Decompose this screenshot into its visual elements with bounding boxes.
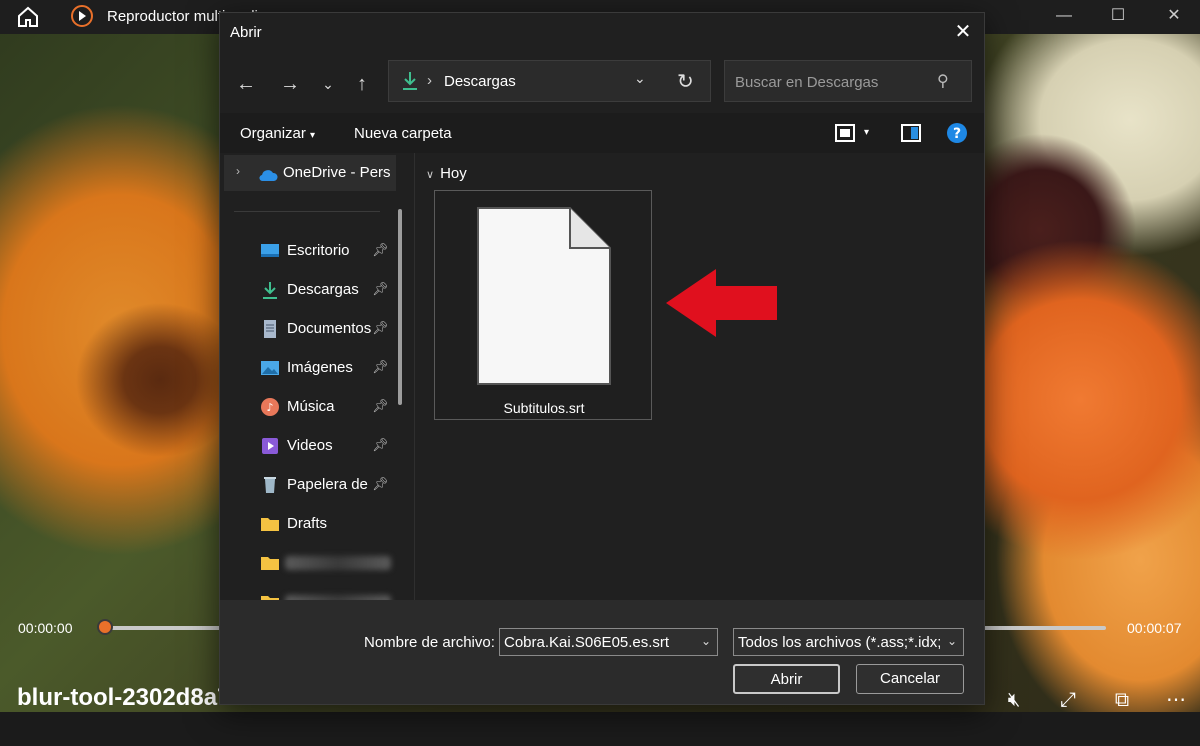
pin-icon: 📌︎	[372, 320, 389, 335]
open-file-dialog: Abrir ✕ ← → ⌄ ↑ › Descargas ⌄ ↻ ⚲ Organi…	[219, 12, 985, 705]
expand-chevron-icon[interactable]: ›	[236, 164, 240, 178]
help-icon[interactable]: ?	[946, 122, 968, 144]
home-icon[interactable]	[16, 6, 40, 28]
nav-item-documentos[interactable]: Documentos 📌︎	[220, 311, 400, 347]
organize-button[interactable]: Organizar ▾	[240, 125, 315, 142]
nav-item-papelera[interactable]: Papelera de reciclaje 📌︎	[220, 467, 400, 503]
more-options-icon[interactable]: ⋯	[1162, 686, 1190, 714]
recycle-bin-icon	[264, 477, 276, 493]
pin-icon: 📌︎	[372, 476, 389, 491]
new-folder-button[interactable]: Nueva carpeta	[354, 125, 452, 142]
download-icon	[403, 72, 417, 90]
dialog-footer: Nombre de archivo: Cobra.Kai.S06E05.es.s…	[220, 600, 984, 704]
search-box[interactable]: ⚲	[724, 60, 972, 103]
nav-item-redacted[interactable]	[220, 545, 400, 581]
time-current: 00:00:00	[18, 620, 73, 636]
file-tile[interactable]: Subtitulos.srt	[434, 190, 652, 420]
fullscreen-icon[interactable]: ⤢	[1054, 686, 1082, 714]
seek-thumb[interactable]	[97, 619, 113, 635]
open-button[interactable]: Abrir	[733, 664, 840, 694]
collapse-chevron-icon: ∨	[426, 169, 435, 181]
group-header[interactable]: ∨ Hoy	[426, 165, 467, 182]
app-logo-icon	[71, 5, 93, 27]
navigation-pane: › OneDrive - Personal Escritorio 📌︎ Desc…	[220, 153, 414, 600]
forward-arrow-icon[interactable]: →	[276, 71, 304, 97]
back-arrow-icon[interactable]: ←	[232, 71, 260, 97]
recent-locations-chevron-icon[interactable]: ⌄	[314, 71, 342, 97]
view-dropdown-icon[interactable]: ▾	[864, 127, 869, 138]
nav-scrollbar[interactable]	[398, 209, 402, 405]
desktop-icon	[261, 244, 279, 257]
mini-player-icon[interactable]: ⧉	[1108, 686, 1136, 714]
up-arrow-icon[interactable]: ↑	[348, 71, 376, 97]
pin-icon: 📌︎	[372, 242, 389, 257]
address-folder: Descargas	[444, 73, 516, 90]
nav-item-descargas[interactable]: Descargas 📌︎	[220, 272, 400, 308]
cancel-button[interactable]: Cancelar	[856, 664, 964, 694]
nav-label: Papelera de reciclaje	[287, 476, 371, 493]
download-icon	[263, 282, 277, 299]
nav-item-videos[interactable]: Videos 📌︎	[220, 428, 400, 464]
filename-value: Cobra.Kai.S06E05.es.srt	[504, 634, 670, 651]
time-total: 00:00:07	[1127, 620, 1182, 636]
nav-item-redacted[interactable]	[220, 584, 400, 600]
breadcrumb-separator-icon: ›	[427, 72, 432, 89]
file-icon	[477, 207, 611, 385]
video-icon	[262, 438, 278, 454]
nav-item-drafts[interactable]: Drafts	[220, 506, 400, 542]
filename-combobox[interactable]: Cobra.Kai.S06E05.es.srt ⌄	[499, 628, 718, 656]
pin-icon: 📌︎	[372, 359, 389, 374]
pin-icon: 📌︎	[372, 281, 389, 296]
filename-label: Nombre de archivo:	[364, 634, 495, 651]
dialog-title: Abrir	[230, 24, 262, 41]
folder-icon	[261, 596, 279, 600]
redacted-label	[285, 556, 391, 570]
pin-icon: 📌︎	[372, 437, 389, 452]
filetype-value: Todos los archivos (*.ass;*.idx;*.s	[738, 634, 940, 651]
image-icon	[261, 361, 279, 375]
media-title: blur-tool-2302d8a7	[17, 684, 231, 711]
nav-item-imagenes[interactable]: Imágenes 📌︎	[220, 350, 400, 386]
nav-label: Drafts	[287, 515, 328, 532]
document-icon	[264, 320, 276, 338]
music-icon: ♪	[261, 398, 279, 416]
address-dropdown-icon[interactable]: ⌄	[634, 70, 646, 87]
chevron-down-icon[interactable]: ⌄	[701, 634, 711, 648]
svg-text:?: ?	[953, 126, 961, 142]
view-mode-icon[interactable]	[834, 122, 856, 144]
red-arrow-icon	[666, 269, 777, 337]
window-close-button[interactable]: ✕	[1154, 4, 1194, 28]
pane-divider[interactable]	[414, 153, 415, 600]
maximize-button[interactable]: ☐	[1098, 4, 1138, 28]
search-icon: ⚲	[937, 73, 949, 90]
dialog-close-button[interactable]: ✕	[948, 19, 978, 45]
folder-icon	[261, 518, 279, 531]
svg-text:♪: ♪	[266, 401, 273, 414]
nav-item-escritorio[interactable]: Escritorio 📌︎	[220, 233, 400, 269]
organize-dropdown-icon: ▾	[310, 130, 316, 141]
search-input[interactable]	[725, 61, 937, 103]
chevron-down-icon[interactable]: ⌄	[947, 634, 957, 648]
preview-pane-icon[interactable]	[900, 122, 922, 144]
nav-label: OneDrive - Personal	[283, 164, 391, 181]
filetype-select[interactable]: Todos los archivos (*.ass;*.idx;*.s ⌄	[733, 628, 964, 656]
command-bar: Organizar ▾ Nueva carpeta ▾ ?	[220, 113, 984, 153]
nav-item-onedrive[interactable]: › OneDrive - Personal	[224, 155, 396, 191]
address-bar[interactable]: › Descargas ⌄ ↻	[388, 60, 711, 102]
nav-divider	[234, 211, 380, 212]
mute-icon[interactable]: 🔇︎	[1000, 686, 1028, 714]
file-name: Subtitulos.srt	[503, 400, 585, 416]
organize-label: Organizar	[240, 125, 306, 142]
group-label: Hoy	[440, 165, 467, 182]
folder-icon	[261, 557, 279, 570]
refresh-icon[interactable]: ↻	[677, 69, 694, 94]
cloud-icon	[259, 170, 278, 182]
pin-icon: 📌︎	[372, 398, 389, 413]
minimize-button[interactable]: —	[1044, 4, 1084, 28]
nav-item-musica[interactable]: ♪ Música 📌︎	[220, 389, 400, 425]
